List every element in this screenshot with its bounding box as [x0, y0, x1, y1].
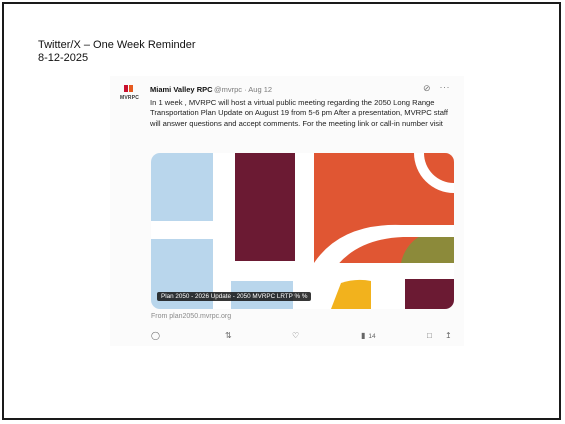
bookmark-icon[interactable]: □ [427, 331, 432, 341]
share-icon[interactable]: ↥ [445, 331, 452, 341]
maroon-block-bottom [405, 279, 454, 309]
media-caption: Plan 2050 - 2026 Update - 2050 MVRPC LRT… [157, 292, 312, 301]
views-count: 14 [368, 333, 376, 340]
maroon-block [235, 153, 295, 261]
reply-icon[interactable]: ◯ [151, 331, 160, 341]
tweet-card[interactable]: MVRPC Miami Valley RPC @mvrpc · Aug 12 ⊘… [110, 76, 464, 346]
tweet-actions: ◯ ⇅ ♡ ▮ 14 □ ↥ [151, 331, 457, 343]
source-link[interactable]: From plan2050.mvrpc.org [151, 313, 231, 320]
tweet-media[interactable]: Plan 2050 - 2026 Update - 2050 MVRPC LRT… [151, 153, 454, 309]
yellow-shape [331, 279, 371, 309]
logo-mark-secondary [129, 85, 133, 92]
author-name[interactable]: Miami Valley RPC [150, 85, 213, 94]
logo-mark [124, 85, 128, 92]
slide-date: 8-12-2025 [38, 52, 89, 64]
author-handle-date[interactable]: @mvrpc · Aug 12 [214, 85, 272, 94]
grok-icon[interactable]: ⊘ [423, 84, 432, 93]
like-icon[interactable]: ♡ [292, 331, 299, 341]
slide: Twitter/X – One Week Reminder 8-12-2025 … [2, 2, 561, 420]
more-icon[interactable]: ··· [440, 82, 451, 92]
avatar[interactable]: MVRPC [120, 85, 140, 107]
media-graphic [151, 153, 454, 309]
blue-block-top-left [151, 153, 213, 221]
avatar-text: MVRPC [120, 95, 140, 101]
tweet-text: In 1 week , MVRPC will host a virtual pu… [150, 98, 449, 128]
views-button[interactable]: ▮ 14 [361, 331, 376, 342]
repost-icon[interactable]: ⇅ [225, 331, 232, 341]
tweet-header: MVRPC Miami Valley RPC @mvrpc · Aug 12 ⊘… [120, 82, 456, 101]
slide-title: Twitter/X – One Week Reminder [38, 39, 196, 51]
views-icon: ▮ [361, 331, 366, 340]
